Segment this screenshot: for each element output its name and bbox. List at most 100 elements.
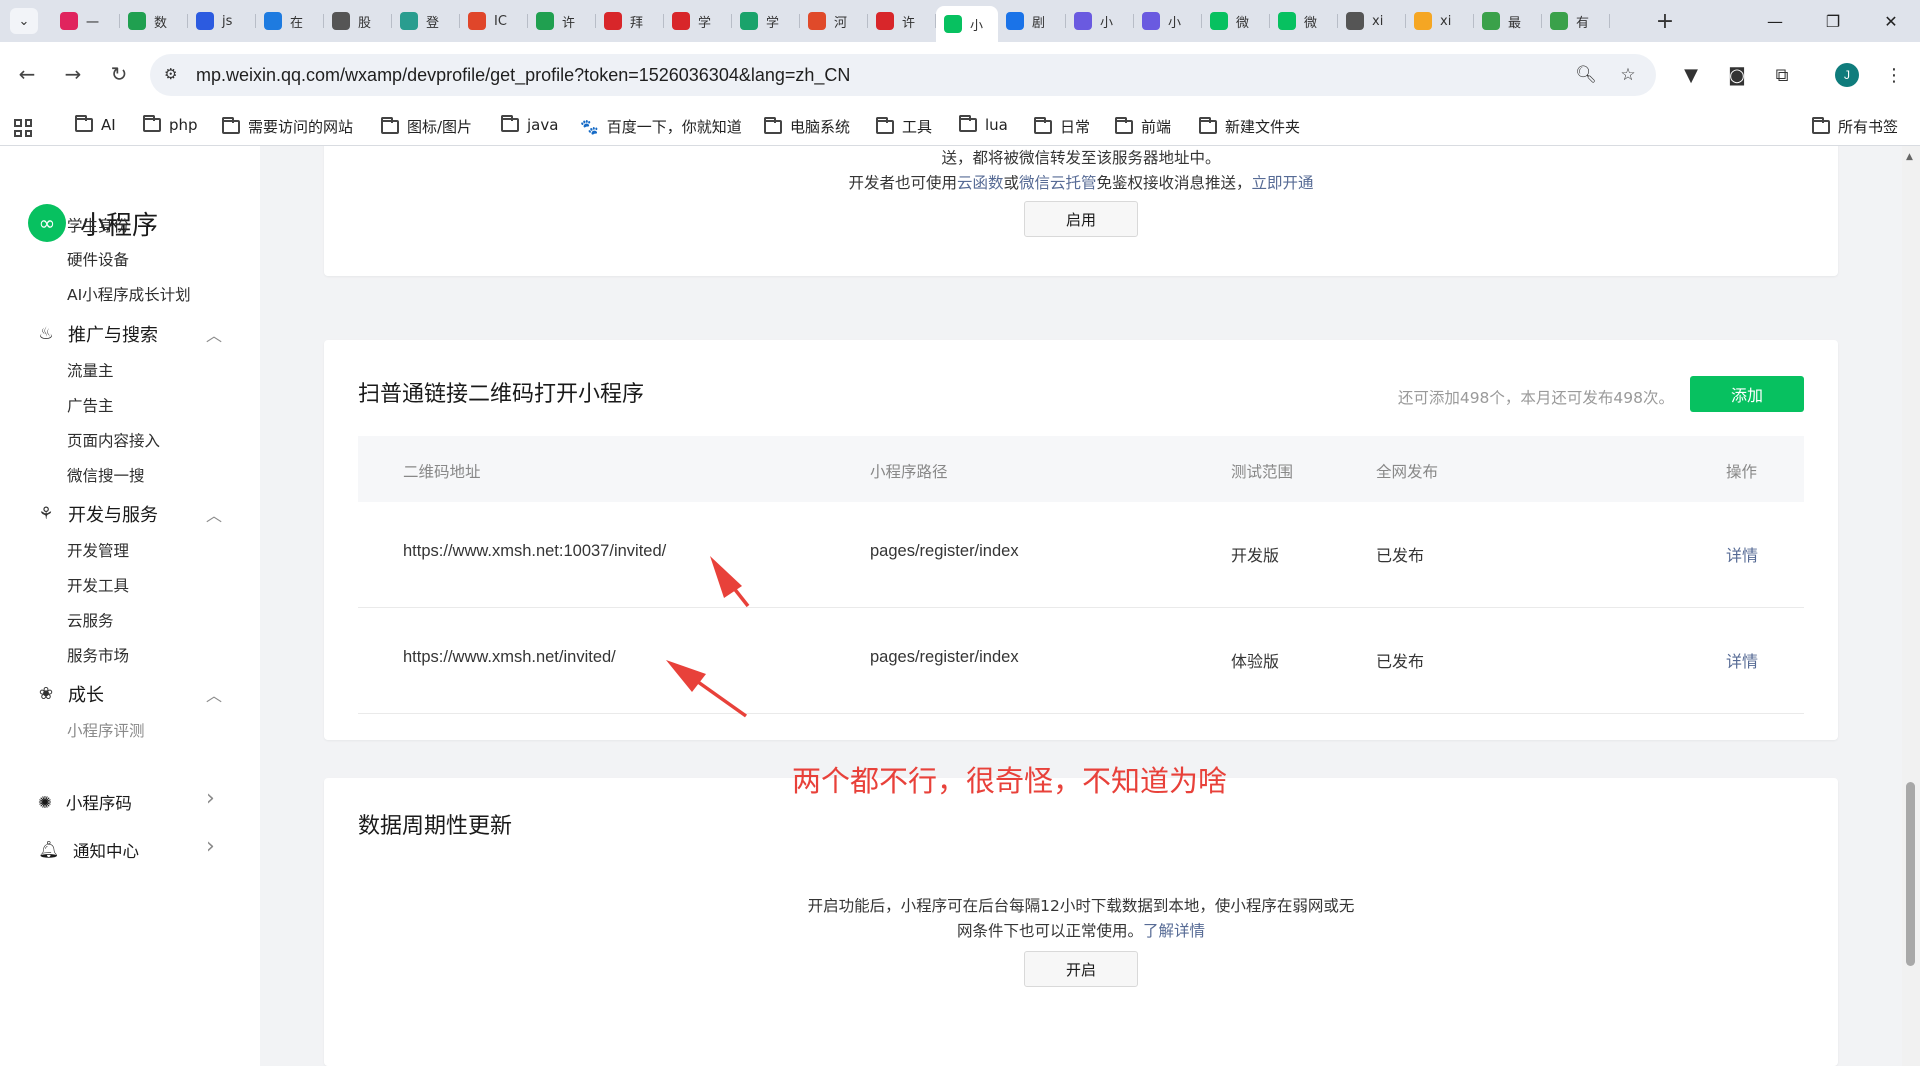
add-rule-button[interactable]: 添加 — [1690, 376, 1804, 412]
zoom-icon[interactable]: 🔍︎ — [1574, 63, 1598, 87]
browser-tab[interactable]: 拜 — [596, 6, 664, 36]
browser-tab[interactable]: 数 — [120, 6, 188, 36]
browser-menu-icon[interactable]: ⋮ — [1880, 61, 1908, 89]
reload-button[interactable]: ↻ — [102, 57, 136, 91]
site-info-icon[interactable]: ⚙ — [164, 65, 177, 83]
extensions-puzzle-icon[interactable]: ⧉ — [1768, 61, 1796, 89]
back-button[interactable]: ← — [10, 57, 44, 91]
browser-tab[interactable]: IC — [460, 6, 528, 36]
learn-more-link[interactable]: 了解详情 — [1143, 922, 1205, 940]
bookmark-item[interactable]: 需要访问的网站 — [222, 116, 353, 137]
sidebar-item[interactable]: 开发工具 — [67, 574, 129, 596]
bookmark-item[interactable]: 工具 — [876, 116, 932, 137]
sidebar-item[interactable]: 学生身份 — [67, 214, 129, 236]
bell-icon: 🔔︎ — [38, 840, 59, 859]
cloud-function-link[interactable]: 云函数 — [957, 174, 1004, 192]
sidebar-group-3[interactable]: ❀ 成长 — [36, 681, 104, 707]
enable-now-link[interactable]: 立即开通 — [1252, 174, 1314, 192]
browser-tab[interactable]: 许 — [868, 6, 936, 36]
cloud-hosting-link[interactable]: 微信云托管 — [1019, 174, 1097, 192]
tab-title: 学 — [698, 15, 712, 31]
sidebar-item[interactable]: 小程序评测 — [67, 719, 145, 741]
bookmark-item[interactable]: 图标/图片 — [381, 116, 472, 137]
globe-icon — [332, 12, 350, 30]
apps-grid-icon[interactable] — [14, 119, 32, 137]
sidebar-item[interactable]: 微信搜一搜 — [67, 464, 145, 486]
bookmark-item[interactable]: java — [501, 115, 559, 134]
scroll-thumb[interactable] — [1906, 782, 1915, 966]
sidebar-item[interactable]: 云服务 — [67, 609, 114, 631]
new-tab-button[interactable]: + — [1651, 7, 1679, 35]
sidebar-item[interactable]: 开发管理 — [67, 539, 129, 561]
all-bookmarks-label: 所有书签 — [1838, 118, 1899, 136]
tiles-icon — [1482, 12, 1500, 30]
browser-tab[interactable]: 许 — [528, 6, 596, 36]
browser-tab[interactable]: 小✕ — [936, 6, 998, 42]
bookmark-item[interactable]: 电脑系统 — [764, 116, 850, 137]
extension-mask-icon[interactable]: ◙ — [1723, 61, 1751, 89]
tab-search-menu-button[interactable]: ⌄ — [10, 8, 38, 34]
all-bookmarks[interactable]: 所有书签 — [1812, 116, 1898, 137]
address-bar[interactable]: ⚙ mp.weixin.qq.com/wxamp/devprofile/get_… — [150, 54, 1656, 96]
browser-tab[interactable]: 剧 — [998, 6, 1066, 36]
browser-tab[interactable]: 微 — [1202, 6, 1270, 36]
sidebar-group-1[interactable]: ♨ 推广与搜索 — [36, 321, 158, 347]
sidebar-item[interactable]: 流量主 — [67, 359, 114, 381]
bookmark-item[interactable]: php — [143, 115, 198, 134]
details-link[interactable]: 详情 — [1726, 648, 1758, 672]
scroll-up-arrow-icon[interactable]: ▲ — [1906, 152, 1913, 162]
extension-v-icon[interactable]: ▼ — [1677, 61, 1705, 89]
bookmark-star-icon[interactable]: ☆ — [1616, 63, 1640, 87]
chevron-right-icon[interactable]: › — [206, 786, 215, 811]
network-icon — [400, 12, 418, 30]
profile-avatar[interactable]: J — [1835, 63, 1859, 87]
data-update-description-line2: 网条件下也可以正常使用。了解详情 — [324, 919, 1838, 941]
sidebar-item[interactable]: 页面内容接入 — [67, 429, 160, 451]
bookmark-item[interactable]: AI — [75, 115, 116, 134]
minimize-button[interactable]: — — [1746, 0, 1804, 42]
browser-tab[interactable]: 在 — [256, 6, 324, 36]
browser-tab[interactable]: 有 — [1542, 6, 1610, 36]
sidebar-item[interactable]: AI小程序成长计划 — [67, 283, 191, 305]
close-window-button[interactable]: ✕ — [1862, 0, 1920, 42]
browser-tab[interactable]: 微 — [1270, 6, 1338, 36]
forward-button[interactable]: → — [56, 57, 90, 91]
browser-tab[interactable]: 学 — [664, 6, 732, 36]
browser-tab[interactable]: js — [188, 6, 256, 36]
chevron-up-icon[interactable]: ︿ — [206, 322, 222, 346]
sidebar-item[interactable]: 硬件设备 — [67, 248, 129, 270]
browser-tab[interactable]: 一 — [52, 6, 120, 36]
sidebar-item[interactable]: 服务市场 — [67, 644, 129, 666]
chevron-up-icon[interactable]: ︿ — [206, 682, 222, 706]
chevron-right-icon[interactable]: › — [206, 834, 215, 859]
sidebar-item[interactable]: 广告主 — [67, 394, 114, 416]
enable-push-button[interactable]: 启用 — [1024, 201, 1138, 237]
browser-tab[interactable]: 学 — [732, 6, 800, 36]
bookmark-item[interactable]: 🐾 百度一下，你就知道 — [580, 116, 742, 137]
details-link[interactable]: 详情 — [1726, 542, 1758, 566]
enable-data-update-button[interactable]: 开启 — [1024, 951, 1138, 987]
bookmark-item[interactable]: 前端 — [1115, 116, 1171, 137]
browser-tab[interactable]: 小 — [1066, 6, 1134, 36]
sidebar-group-2[interactable]: ⚘ 开发与服务 — [36, 501, 158, 527]
bookmark-item[interactable]: 日常 — [1034, 116, 1090, 137]
page-scrollbar[interactable]: ▲ — [1902, 146, 1920, 1066]
browser-tab[interactable]: 登 — [392, 6, 460, 36]
table-header: 二维码地址 小程序路径 测试范围 全网发布 操作 — [358, 436, 1804, 502]
browser-tab[interactable]: xi — [1406, 6, 1474, 36]
swirl-icon — [1414, 12, 1432, 30]
bookmark-item[interactable]: lua — [959, 115, 1008, 134]
browser-tab[interactable]: 股 — [324, 6, 392, 36]
url-text[interactable]: mp.weixin.qq.com/wxamp/devprofile/get_pr… — [196, 65, 850, 86]
browser-tab[interactable]: 最 — [1474, 6, 1542, 36]
sidebar-bottom-item[interactable]: 🔔︎ 通知中心 — [38, 838, 139, 862]
bookmark-label: java — [527, 116, 559, 134]
data-update-description-line1: 开启功能后，小程序可在后台每隔12小时下载数据到本地，使小程序在弱网或无 — [807, 897, 1355, 915]
browser-tab[interactable]: 小 — [1134, 6, 1202, 36]
sidebar-bottom-item[interactable]: ✺ 小程序码 — [38, 790, 132, 814]
restore-button[interactable]: ❐ — [1804, 0, 1862, 42]
browser-tab[interactable]: 河 — [800, 6, 868, 36]
browser-tab[interactable]: xi — [1338, 6, 1406, 36]
bookmark-item[interactable]: 新建文件夹 — [1199, 116, 1300, 137]
chevron-up-icon[interactable]: ︿ — [206, 502, 222, 526]
